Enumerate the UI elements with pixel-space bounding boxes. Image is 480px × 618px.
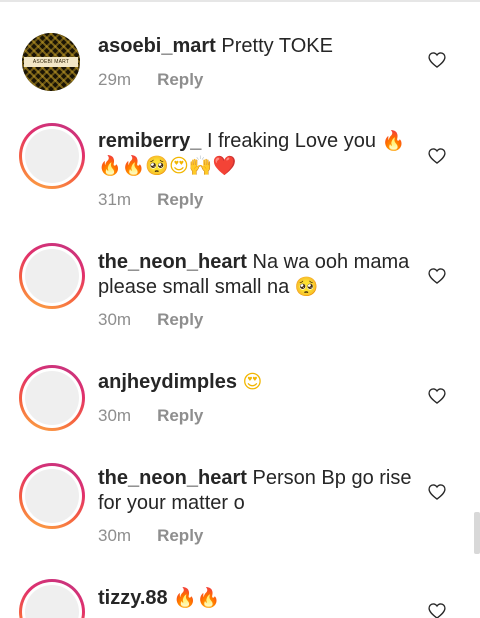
comment-meta: 30m Reply [98, 406, 203, 426]
reply-button[interactable]: Reply [157, 406, 203, 425]
comment-text: remiberry_ I freaking Love you 🔥 🔥🔥🥺😍🙌❤️ [98, 129, 418, 179]
avatar-ring-gap [22, 466, 82, 526]
reply-button[interactable]: Reply [157, 190, 203, 209]
avatar-ring-gap [22, 368, 82, 428]
avatar[interactable] [19, 463, 85, 529]
avatar[interactable] [19, 365, 85, 431]
reply-button[interactable]: Reply [157, 70, 203, 89]
comment-meta: 30m Reply [98, 310, 203, 330]
red-heart-emoji: ❤️ [212, 155, 237, 177]
avatar-image [25, 469, 79, 523]
comment-meta: 29m Reply [98, 70, 203, 90]
avatar-ring-gap [22, 582, 82, 618]
fire-emoji: 🔥 [121, 155, 146, 177]
pleading-face-emoji: 🥺 [294, 276, 319, 298]
avatar-image [25, 585, 79, 618]
avatar[interactable] [19, 579, 85, 618]
pleading-face-emoji: 🥺 [145, 155, 170, 177]
comment-meta: 30m Reply [98, 526, 203, 546]
comment-username[interactable]: anjheydimples [98, 371, 237, 393]
heart-outline-icon[interactable] [427, 386, 447, 406]
comment-text: the_neon_heart Person Bp go rise for you… [98, 466, 418, 516]
avatar-logo-text: ASOEBI MART [24, 57, 78, 67]
heart-eyes-emoji: 😍 [242, 371, 263, 393]
heart-outline-icon[interactable] [427, 146, 447, 166]
heart-outline-icon[interactable] [427, 482, 447, 502]
comment-time: 30m [98, 406, 132, 425]
comment-time: 29m [98, 70, 132, 89]
reply-button[interactable]: Reply [157, 310, 203, 329]
comment-time: 30m [98, 526, 132, 545]
comment-text: anjheydimples 😍 [98, 370, 418, 395]
avatar-ring-gap [22, 126, 82, 186]
comment-text: asoebi_mart Pretty TOKE [98, 34, 418, 59]
comment-time: 31m [98, 190, 132, 209]
avatar[interactable]: ASOEBI MART [22, 33, 80, 91]
comment-time: 30m [98, 310, 132, 329]
comment-username[interactable]: remiberry_ [98, 130, 201, 152]
comment-username[interactable]: asoebi_mart [98, 35, 216, 57]
comment-text: the_neon_heart Na wa ooh mama please sma… [98, 250, 418, 300]
scrollbar-thumb[interactable] [474, 512, 480, 554]
comments-screen: ASOEBI MART asoebi_mart Pretty TOKE 29m R… [0, 0, 480, 618]
avatar[interactable] [19, 123, 85, 189]
heart-eyes-emoji: 😍 [169, 155, 189, 177]
comment-meta: 31m Reply [98, 190, 203, 210]
top-divider [0, 0, 480, 2]
comment-text: tizzy.88 🔥🔥 [98, 586, 418, 611]
fire-emoji: 🔥 [381, 130, 406, 152]
comment-body: Pretty TOKE [221, 35, 333, 57]
avatar-ring-gap [22, 246, 82, 306]
heart-outline-icon[interactable] [427, 266, 447, 286]
comment-username[interactable]: tizzy.88 [98, 587, 168, 609]
fire-emoji: 🔥 [196, 587, 221, 609]
raising-hands-emoji: 🙌 [188, 155, 213, 177]
fire-emoji: 🔥 [98, 155, 122, 177]
heart-outline-icon[interactable] [427, 50, 447, 70]
heart-outline-icon[interactable] [427, 601, 447, 618]
avatar-image [25, 129, 79, 183]
comment-body: I freaking Love you [206, 130, 376, 152]
avatar-image [25, 371, 79, 425]
comment-username[interactable]: the_neon_heart [98, 467, 247, 489]
comment-username[interactable]: the_neon_heart [98, 251, 247, 273]
reply-button[interactable]: Reply [157, 526, 203, 545]
avatar-image [25, 249, 79, 303]
fire-emoji: 🔥 [173, 587, 197, 609]
avatar[interactable] [19, 243, 85, 309]
